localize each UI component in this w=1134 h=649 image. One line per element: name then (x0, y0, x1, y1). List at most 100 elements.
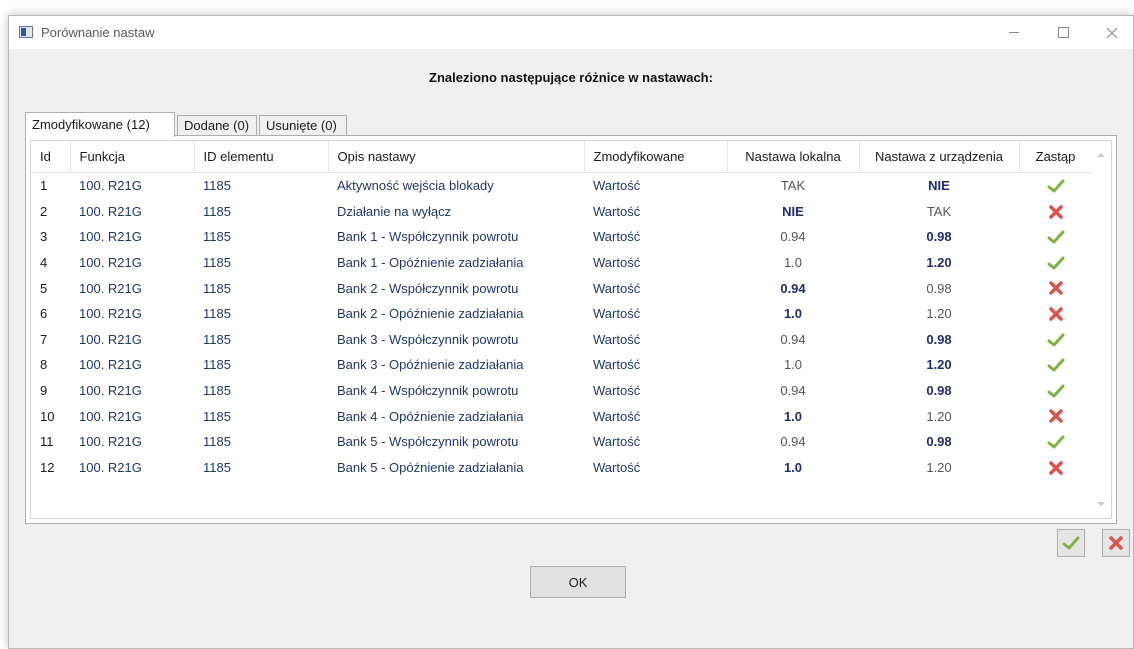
table-row[interactable]: 10 100. R21G 1185 Bank 4 - Opóźnienie zadzi… (31, 403, 1092, 429)
check-icon (1047, 333, 1064, 347)
cell-zastap-toggle[interactable] (1019, 173, 1092, 199)
cross-icon (1048, 204, 1063, 219)
reject-all-button[interactable] (1102, 529, 1130, 557)
ok-button[interactable]: OK (530, 566, 626, 598)
cell-element: 1185 (203, 331, 231, 347)
tab-removed[interactable]: Usunięte (0) (259, 115, 347, 136)
cell-element: 1185 (203, 306, 231, 322)
check-icon (1047, 384, 1064, 398)
col-opis-header[interactable]: Opis nastawy (328, 141, 585, 173)
scroll-up-icon[interactable] (1097, 153, 1105, 157)
cell-zastap-toggle[interactable] (1019, 301, 1092, 327)
table-row[interactable]: 12 100. R21G 1185 Bank 5 - Opóźnienie zadzi… (31, 455, 1092, 481)
cell-zmodyfikowane: Wartość (593, 255, 641, 271)
cell-opis: Bank 4 - Współczynnik powrotu (337, 383, 519, 399)
table-row[interactable]: 6 100. R21G 1185 Bank 2 - Opóźnienie zadzia… (31, 301, 1092, 327)
cell-element: 1185 (203, 203, 231, 219)
vertical-scrollbar[interactable] (1092, 141, 1111, 518)
cell-nastawa-urzadzenie: 0.98 (926, 331, 952, 347)
tab-modified[interactable]: Zmodyfikowane (12) (25, 112, 175, 137)
col-element-header[interactable]: ID elementu (194, 141, 329, 173)
cell-opis: Aktywność wejścia blokady (337, 178, 494, 194)
cell-funkcja: 100. R21G (79, 434, 142, 450)
table-row[interactable]: 2 100. R21G 1185 Działanie na wyłącz Wartość… (31, 199, 1092, 225)
cell-opis: Działanie na wyłącz (337, 203, 452, 219)
scroll-down-icon[interactable] (1097, 502, 1105, 506)
cell-zastap-toggle[interactable] (1019, 429, 1092, 455)
cell-funkcja: 100. R21G (79, 459, 142, 475)
cell-zastap-toggle[interactable] (1019, 455, 1092, 481)
minimize-button[interactable] (991, 16, 1037, 49)
cell-zmodyfikowane: Wartość (593, 203, 641, 219)
col-id-header[interactable]: Id (31, 141, 71, 173)
cell-element: 1185 (203, 280, 231, 296)
col-zastap-header[interactable]: Zastąp (1019, 141, 1093, 173)
cell-nastawa-lokalna: 1.0 (783, 408, 803, 424)
table-row[interactable]: 7 100. R21G 1185 Bank 3 - Współczynnik powr… (31, 327, 1092, 353)
maximize-button[interactable] (1040, 16, 1086, 49)
cell-id: 12 (40, 459, 55, 475)
cell-opis: Bank 3 - Współczynnik powrotu (337, 331, 519, 347)
cell-zastap-toggle[interactable] (1019, 403, 1092, 429)
cell-funkcja: 100. R21G (79, 255, 142, 271)
cell-zmodyfikowane: Wartość (593, 178, 641, 194)
cell-element: 1185 (203, 408, 231, 424)
cell-nastawa-urzadzenie: 0.98 (926, 383, 952, 399)
cell-zastap-toggle[interactable] (1019, 275, 1092, 301)
check-icon (1047, 230, 1064, 244)
table-row[interactable]: 4 100. R21G 1185 Bank 1 - Opóźnienie zadzia… (31, 250, 1092, 276)
table-row[interactable]: 9 100. R21G 1185 Bank 4 - Współczynnik powr… (31, 378, 1092, 404)
differences-grid[interactable]: Id Funkcja ID elementu Opis nastawy Zmodyfik… (30, 140, 1112, 519)
cell-nastawa-urzadzenie: 1.20 (926, 357, 952, 373)
check-icon (1047, 256, 1064, 270)
cell-nastawa-urzadzenie: 0.98 (926, 434, 952, 450)
cell-id: 6 (40, 306, 48, 322)
cell-element: 1185 (203, 229, 231, 245)
cell-nastawa-lokalna: NIE (782, 203, 804, 219)
cell-funkcja: 100. R21G (79, 306, 142, 322)
col-funkcja-header[interactable]: Funkcja (70, 141, 195, 173)
window-title: Porównanie nastaw (41, 25, 155, 40)
cell-nastawa-lokalna: 1.0 (783, 306, 803, 322)
cell-zastap-toggle[interactable] (1019, 250, 1092, 276)
cell-funkcja: 100. R21G (79, 203, 142, 219)
cell-funkcja: 100. R21G (79, 408, 142, 424)
close-button[interactable] (1089, 16, 1134, 49)
cell-funkcja: 100. R21G (79, 357, 142, 373)
table-row[interactable]: 1 100. R21G 1185 Aktywność wejścia blokady W… (31, 173, 1092, 199)
table-row[interactable]: 5 100. R21G 1185 Bank 2 - Współczynnik powr… (31, 275, 1092, 301)
cell-zastap-toggle[interactable] (1019, 327, 1092, 353)
cell-nastawa-lokalna: 0.94 (780, 280, 806, 296)
col-lokalna-header[interactable]: Nastawa lokalna (727, 141, 860, 173)
cross-icon (1109, 536, 1123, 550)
col-zmodyfikowane-header[interactable]: Zmodyfikowane (584, 141, 728, 173)
cell-zmodyfikowane: Wartość (593, 383, 641, 399)
accept-all-button[interactable] (1057, 529, 1085, 557)
cell-nastawa-urzadzenie: TAK (926, 203, 952, 219)
cross-icon (1048, 460, 1063, 475)
cell-nastawa-urzadzenie: 0.98 (926, 229, 952, 245)
cell-zastap-toggle[interactable] (1019, 378, 1092, 404)
check-icon (1062, 536, 1080, 550)
cell-nastawa-urzadzenie: 0.98 (926, 280, 952, 296)
check-icon (1047, 179, 1064, 193)
tab-added[interactable]: Dodane (0) (177, 115, 257, 136)
table-row[interactable]: 3 100. R21G 1185 Bank 1 - Współczynnik powr… (31, 224, 1092, 250)
table-row[interactable]: 8 100. R21G 1185 Bank 3 - Opóźnienie zadzia… (31, 352, 1092, 378)
cell-nastawa-lokalna: 0.94 (780, 331, 806, 347)
cell-nastawa-urzadzenie: NIE (928, 178, 950, 194)
tab-panel-modified: Id Funkcja ID elementu Opis nastawy Zmodyfik… (25, 135, 1117, 524)
cell-zastap-toggle[interactable] (1019, 224, 1092, 250)
cell-nastawa-lokalna: 1.0 (783, 255, 803, 271)
cell-id: 11 (40, 434, 54, 450)
cell-nastawa-lokalna: 0.94 (780, 383, 806, 399)
table-header-row: Id Funkcja ID elementu Opis nastawy Zmodyfik… (31, 141, 1093, 173)
cell-zastap-toggle[interactable] (1019, 352, 1092, 378)
cell-funkcja: 100. R21G (79, 280, 142, 296)
col-urzadzenie-header[interactable]: Nastawa z urządzenia (859, 141, 1020, 173)
cell-zmodyfikowane: Wartość (593, 357, 641, 373)
cell-nastawa-lokalna: 0.94 (780, 229, 806, 245)
cell-id: 4 (40, 255, 48, 271)
table-row[interactable]: 11 100. R21G 1185 Bank 5 - Współczynnik pow… (31, 429, 1092, 455)
cell-zastap-toggle[interactable] (1019, 199, 1092, 225)
